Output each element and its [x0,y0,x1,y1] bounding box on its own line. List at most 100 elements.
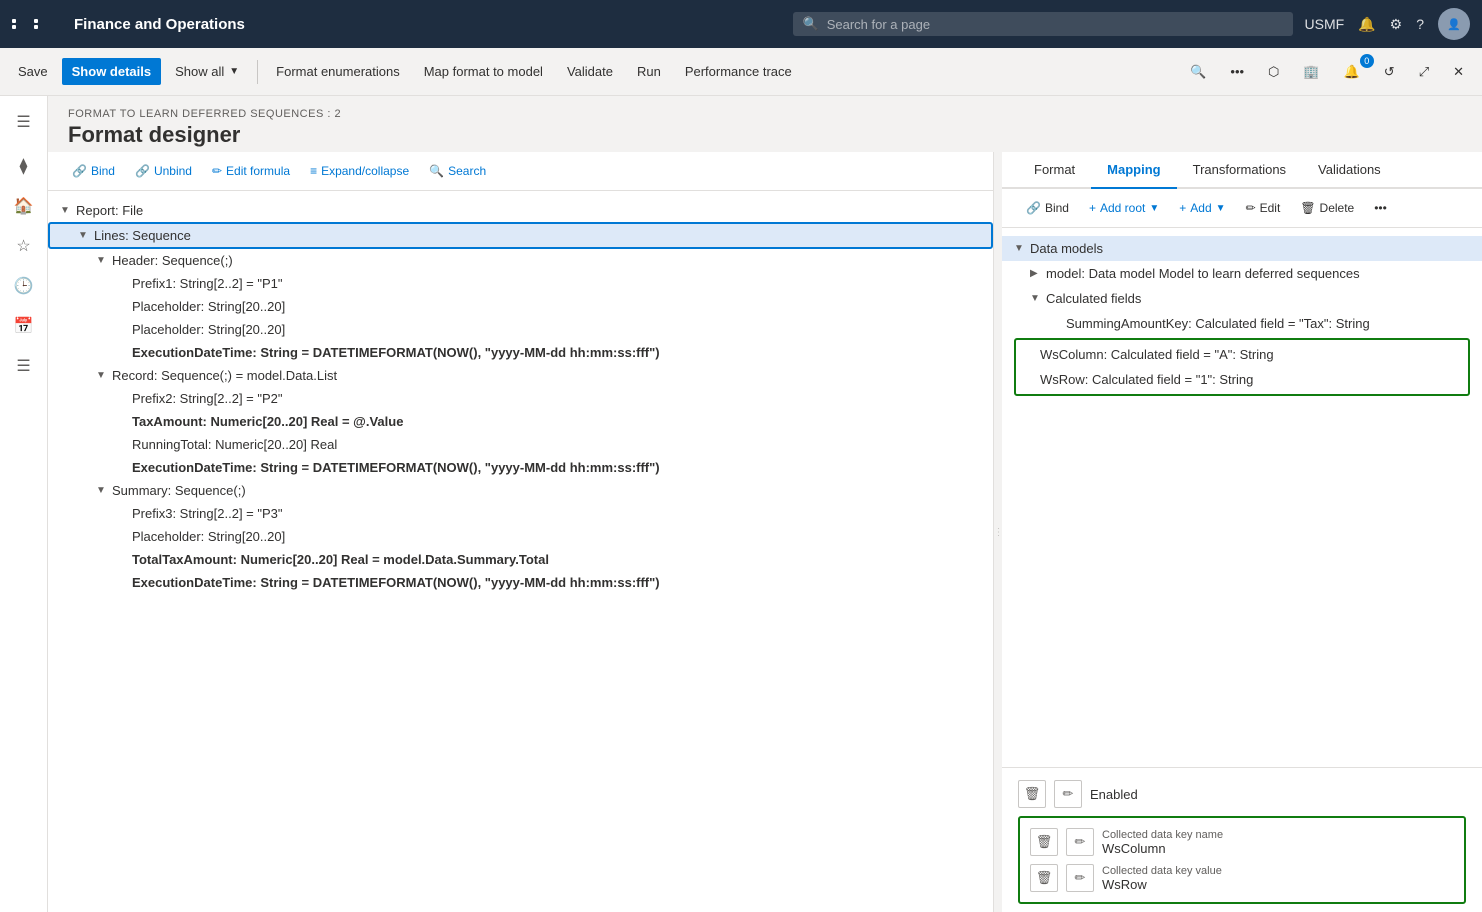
search-format-button[interactable]: 🔍 Search [421,160,494,182]
tree-label-report: Report: File [76,203,981,218]
enabled-delete-btn[interactable]: 🗑 [1018,780,1046,808]
tree-item-summary[interactable]: ▼ Summary: Sequence(;) [48,479,993,502]
global-search-bar[interactable]: 🔍 Search for a page [793,12,1293,36]
settings-icon[interactable]: ⚙ [1390,16,1403,33]
show-all-button[interactable]: Show all ▼ [165,58,249,85]
toggle-model[interactable]: ▶ [1030,268,1046,279]
tree-item-execdt3[interactable]: ExecutionDateTime: String = DATETIMEFORM… [48,571,993,594]
tree-item-runningtotal[interactable]: RunningTotal: Numeric[20..20] Real [48,433,993,456]
tree-label-record: Record: Sequence(;) = model.Data.List [112,368,981,383]
key-value-label: Collected data key value [1102,865,1454,877]
sidebar-star-icon[interactable]: ☆ [6,228,42,264]
notification-icon[interactable]: 🔔 [1358,16,1375,33]
collected-key-name-section: 🗑 ✏ Collected data key name WsColumn 🗑 ✏ [1018,816,1466,904]
model-tree[interactable]: ▼ Data models ▶ model: Data model Model … [1002,228,1482,767]
tree-item-execdt2[interactable]: ExecutionDateTime: String = DATETIMEFORM… [48,456,993,479]
model-label-summing: SummingAmountKey: Calculated field = "Ta… [1066,316,1470,331]
toggle-summary[interactable]: ▼ [96,485,112,496]
tree-item-prefix3[interactable]: Prefix3: String[2..2] = "P3" [48,502,993,525]
help-icon[interactable]: ? [1416,16,1424,32]
add-button[interactable]: + Add ▼ [1171,197,1233,219]
sidebar-filter-icon[interactable]: ⧫ [6,148,42,184]
tree-label-placeholder2: Placeholder: String[20..20] [132,322,981,337]
unbind-button[interactable]: 🔗 Unbind [127,160,200,182]
edit-mapping-button[interactable]: ✏ Edit [1238,197,1289,219]
key-name-edit-btn[interactable]: ✏ [1066,828,1094,856]
tree-item-placeholder1[interactable]: Placeholder: String[20..20] [48,295,993,318]
tree-item-record[interactable]: ▼ Record: Sequence(;) = model.Data.List [48,364,993,387]
format-tree[interactable]: ▼ Report: File ▼ Lines: Sequence ▼ Heade… [48,191,993,912]
refresh-btn[interactable]: ↺ [1374,58,1405,86]
close-btn[interactable]: ✕ [1443,58,1474,86]
tree-item-prefix1[interactable]: Prefix1: String[2..2] = "P1" [48,272,993,295]
toggle-calc-fields[interactable]: ▼ [1030,293,1046,304]
sidebar-home-nav-icon[interactable]: 🏠 [6,188,42,224]
tab-mapping[interactable]: Mapping [1091,152,1176,189]
more-options-btn[interactable]: ••• [1220,58,1254,85]
toggle-data-models[interactable]: ▼ [1014,243,1030,254]
model-item-calc-fields[interactable]: ▼ Calculated fields [1002,286,1482,311]
model-item-model[interactable]: ▶ model: Data model Model to learn defer… [1002,261,1482,286]
user-avatar[interactable]: 👤 [1438,8,1470,40]
pencil-icon: ✏ [212,164,222,178]
bind-button[interactable]: 🔗 Bind [64,160,123,182]
format-enumerations-button[interactable]: Format enumerations [266,58,410,85]
run-button[interactable]: Run [627,58,671,85]
toggle-record[interactable]: ▼ [96,370,112,381]
show-details-button[interactable]: Show details [62,58,161,85]
right-bind-button[interactable]: 🔗 Bind [1018,197,1077,219]
expand-icon: ≡ [310,164,317,178]
sidebar-home-icon[interactable]: ☰ [6,104,42,140]
more-mapping-btn[interactable]: ••• [1366,197,1395,219]
expand-collapse-button[interactable]: ≡ Expand/collapse [302,160,417,182]
tree-item-placeholder2[interactable]: Placeholder: String[20..20] [48,318,993,341]
enabled-edit-btn[interactable]: ✏ [1054,780,1082,808]
validate-button[interactable]: Validate [557,58,623,85]
tree-item-placeholder3[interactable]: Placeholder: String[20..20] [48,525,993,548]
tree-label-prefix2: Prefix2: String[2..2] = "P2" [132,391,981,406]
popout-btn[interactable]: ⤢ [1409,58,1439,86]
model-item-wscolumn[interactable]: WsColumn: Calculated field = "A": String [1020,342,1464,367]
toggle-report[interactable]: ▼ [60,205,76,216]
map-format-button[interactable]: Map format to model [414,58,553,85]
resize-handle[interactable]: ⋮ [994,152,1002,912]
edit-formula-button[interactable]: ✏ Edit formula [204,160,298,182]
model-item-wsrow[interactable]: WsRow: Calculated field = "1": String [1020,367,1464,392]
tab-format[interactable]: Format [1018,152,1091,189]
tree-label-totaltax: TotalTaxAmount: Numeric[20..20] Real = m… [132,552,981,567]
tree-item-totaltax[interactable]: TotalTaxAmount: Numeric[20..20] Real = m… [48,548,993,571]
app-grid-icon[interactable] [12,19,54,29]
delete-mapping-button[interactable]: 🗑 Delete [1292,197,1362,219]
toggle-header[interactable]: ▼ [96,255,112,266]
tab-transformations[interactable]: Transformations [1177,152,1302,189]
right-toolbar: 🔗 Bind + Add root ▼ + Add ▼ ✏ Edit 🗑 Del… [1002,189,1482,228]
tree-item-report[interactable]: ▼ Report: File [48,199,993,222]
sidebar-calendar-icon[interactable]: 📅 [6,308,42,344]
office-btn[interactable]: 🏢 [1293,58,1329,86]
sidebar-history-icon[interactable]: 🕒 [6,268,42,304]
breadcrumb-area: FORMAT TO LEARN DEFERRED SEQUENCES : 2 F… [48,96,1482,152]
sidebar: ☰ ⧫ 🏠 ☆ 🕒 📅 ☰ [0,96,48,912]
connect-btn[interactable]: ⬡ [1258,58,1289,86]
add-root-button[interactable]: + Add root ▼ [1081,197,1167,219]
page-title: Format designer [68,122,1462,148]
tree-item-execdt1[interactable]: ExecutionDateTime: String = DATETIMEFORM… [48,341,993,364]
command-bar-right: 🔍 ••• ⬡ 🏢 🔔 0 ↺ ⤢ ✕ [1180,58,1474,86]
performance-trace-button[interactable]: Performance trace [675,58,802,85]
key-name-delete-btn[interactable]: 🗑 [1030,828,1058,856]
tree-item-taxamount[interactable]: TaxAmount: Numeric[20..20] Real = @.Valu… [48,410,993,433]
model-item-data-models[interactable]: ▼ Data models [1002,236,1482,261]
tree-item-prefix2[interactable]: Prefix2: String[2..2] = "P2" [48,387,993,410]
save-button[interactable]: Save [8,58,58,85]
tree-item-header[interactable]: ▼ Header: Sequence(;) [48,249,993,272]
toggle-lines[interactable]: ▼ [78,230,94,241]
sidebar-list-icon[interactable]: ☰ [6,348,42,384]
key-value-delete-btn[interactable]: 🗑 [1030,864,1058,892]
key-value-edit-btn[interactable]: ✏ [1066,864,1094,892]
search-btn[interactable]: 🔍 [1180,58,1216,86]
tree-item-lines[interactable]: ▼ Lines: Sequence [48,222,993,249]
tab-validations[interactable]: Validations [1302,152,1397,189]
tree-label-execdt1: ExecutionDateTime: String = DATETIMEFORM… [132,345,981,360]
model-item-summing[interactable]: SummingAmountKey: Calculated field = "Ta… [1002,311,1482,336]
tree-label-prefix3: Prefix3: String[2..2] = "P3" [132,506,981,521]
